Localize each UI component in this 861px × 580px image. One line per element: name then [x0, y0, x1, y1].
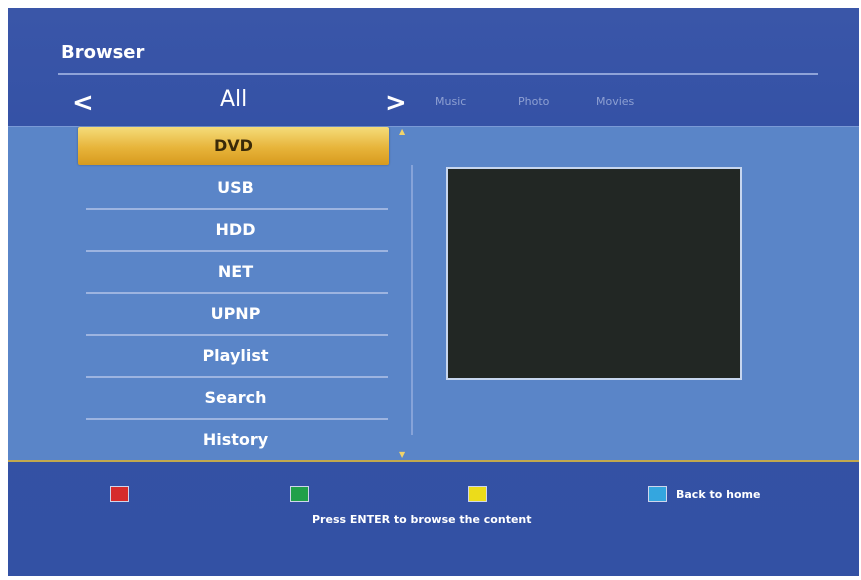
tab-music[interactable]: Music — [435, 95, 466, 108]
green-key-icon[interactable] — [290, 486, 309, 502]
source-item-dvd[interactable]: DVD — [78, 127, 389, 165]
browser-screen: Browser < All > Music Photo Movies ▲ DVD… — [8, 8, 859, 576]
source-item-upnp[interactable]: UPNP — [83, 295, 388, 333]
content-panel: ▲ DVD USB HDD NET UPNP Playlist Search H… — [8, 126, 859, 461]
panel-divider — [411, 165, 413, 435]
source-item-net[interactable]: NET — [83, 253, 388, 291]
current-category: All — [220, 87, 248, 112]
list-divider — [86, 208, 388, 210]
blue-key-icon[interactable] — [648, 486, 667, 502]
help-hint: Press ENTER to browse the content — [312, 513, 532, 526]
next-category-button[interactable]: > — [385, 88, 407, 118]
list-divider — [86, 250, 388, 252]
tab-movies[interactable]: Movies — [596, 95, 634, 108]
list-divider — [86, 334, 388, 336]
source-item-playlist[interactable]: Playlist — [83, 337, 388, 375]
preview-window — [446, 167, 742, 380]
yellow-key-icon[interactable] — [468, 486, 487, 502]
tab-photo[interactable]: Photo — [518, 95, 549, 108]
footer-divider — [8, 460, 859, 462]
source-item-history[interactable]: History — [83, 421, 388, 459]
scroll-down-icon[interactable]: ▼ — [399, 450, 405, 459]
red-key-icon[interactable] — [110, 486, 129, 502]
back-to-home-label: Back to home — [676, 488, 761, 501]
list-divider — [86, 418, 388, 420]
list-divider — [86, 292, 388, 294]
source-item-hdd[interactable]: HDD — [83, 211, 388, 249]
title-divider — [58, 73, 818, 75]
page-title: Browser — [61, 42, 145, 63]
scroll-up-icon[interactable]: ▲ — [399, 127, 405, 136]
source-item-usb[interactable]: USB — [83, 169, 388, 207]
previous-category-button[interactable]: < — [72, 88, 94, 118]
source-item-search[interactable]: Search — [83, 379, 388, 417]
list-divider — [86, 376, 388, 378]
